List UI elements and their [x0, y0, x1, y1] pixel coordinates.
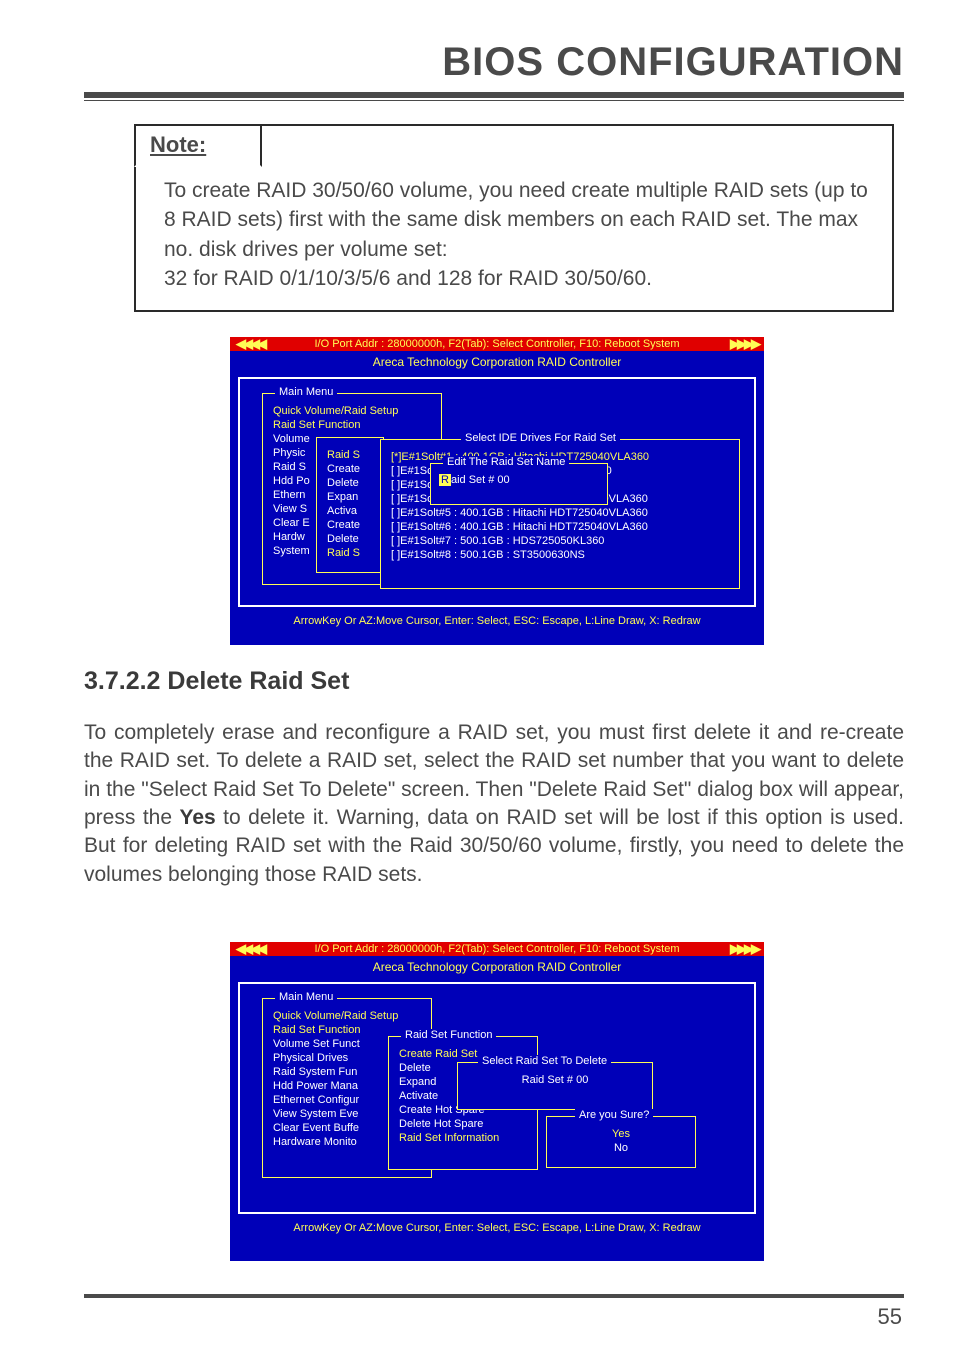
- bios1-footer: ArrowKey Or AZ:Move Cursor, Enter: Selec…: [230, 607, 764, 632]
- bios1-select-title: Select IDE Drives For Raid Set: [461, 432, 620, 444]
- raidset-item[interactable]: Raid Set # 00: [468, 1073, 642, 1087]
- arrows-right-icon: ▶▶▶▶: [730, 941, 758, 957]
- arrows-left-icon: ◀◀◀◀: [236, 336, 264, 352]
- bios2-topbar: ◀◀◀◀ I/O Port Addr : 28000000h, F2(Tab):…: [230, 942, 764, 956]
- menu-item[interactable]: Raid S: [327, 546, 373, 560]
- bios2-raidfunc-title: Raid Set Function: [401, 1029, 496, 1041]
- menu-item[interactable]: Delete: [327, 476, 373, 490]
- arrows-right-icon: ▶▶▶▶: [730, 336, 758, 352]
- title-rule: [84, 92, 904, 98]
- menu-item[interactable]: Raid Set Information: [399, 1131, 527, 1145]
- note-body-2: 32 for RAID 0/1/10/3/5/6 and 128 for RAI…: [164, 264, 876, 293]
- menu-item[interactable]: Delete: [327, 532, 373, 546]
- bios1-edit-value[interactable]: Raid Set # 00: [431, 464, 607, 492]
- bios-panel-1: ◀◀◀◀ I/O Port Addr : 28000000h, F2(Tab):…: [230, 337, 764, 645]
- note-label: Note:: [134, 124, 262, 167]
- menu-item[interactable]: Raid Set Function: [273, 418, 431, 432]
- body-bold: Yes: [179, 806, 215, 829]
- drive-item[interactable]: [ ]E#1Solt#7 : 500.1GB : HDS725050KL360: [391, 534, 729, 548]
- bios1-subheader: Areca Technology Corporation RAID Contro…: [230, 351, 764, 377]
- menu-item[interactable]: Create: [327, 518, 373, 532]
- section-heading: 3.7.2.2 Delete Raid Set: [84, 667, 349, 696]
- bios2-main-menu-title: Main Menu: [275, 991, 337, 1003]
- confirm-yes[interactable]: Yes: [557, 1127, 685, 1141]
- bios1-topbar-text: I/O Port Addr : 28000000h, F2(Tab): Sele…: [314, 338, 679, 350]
- page-title: BIOS CONFIGURATION: [442, 40, 904, 85]
- menu-item[interactable]: Create: [327, 462, 373, 476]
- bios1-inner: Main Menu Quick Volume/Raid Setup Raid S…: [238, 377, 756, 607]
- bios2-confirm-title: Are you Sure?: [575, 1109, 653, 1121]
- menu-item[interactable]: Raid S: [327, 448, 373, 462]
- section-body: To completely erase and reconfigure a RA…: [84, 719, 904, 889]
- drive-item[interactable]: [ ]E#1Solt#5 : 400.1GB : Hitachi HDT7250…: [391, 506, 729, 520]
- menu-item[interactable]: Quick Volume/Raid Setup: [273, 404, 431, 418]
- menu-item[interactable]: Activa: [327, 504, 373, 518]
- bios2-inner: Main Menu Quick Volume/Raid Setup Raid S…: [238, 982, 756, 1214]
- bios2-confirm[interactable]: Are you Sure? Yes No: [546, 1116, 696, 1168]
- menu-item[interactable]: Quick Volume/Raid Setup: [273, 1009, 421, 1023]
- edit-text: aid Set # 00: [451, 474, 510, 486]
- menu-item[interactable]: Expan: [327, 490, 373, 504]
- bios1-edit-title: Edit The Raid Set Name: [443, 456, 569, 468]
- page-number: 55: [878, 1304, 902, 1330]
- footer-rule: [84, 1294, 904, 1298]
- bios2-topbar-text: I/O Port Addr : 28000000h, F2(Tab): Sele…: [314, 943, 679, 955]
- bios-panel-2: ◀◀◀◀ I/O Port Addr : 28000000h, F2(Tab):…: [230, 942, 764, 1261]
- menu-item[interactable]: Raid Set Function: [273, 1023, 421, 1037]
- menu-item[interactable]: Delete Hot Spare: [399, 1117, 527, 1131]
- drive-item[interactable]: [ ]E#1Solt#8 : 500.1GB : ST3500630NS: [391, 548, 729, 562]
- arrows-left-icon: ◀◀◀◀: [236, 941, 264, 957]
- cursor: R: [439, 474, 451, 486]
- bios1-edit-name[interactable]: Edit The Raid Set Name Raid Set # 00: [430, 463, 608, 505]
- drive-item[interactable]: [ ]E#1Solt#6 : 400.1GB : Hitachi HDT7250…: [391, 520, 729, 534]
- bios2-footer: ArrowKey Or AZ:Move Cursor, Enter: Selec…: [230, 1214, 764, 1239]
- bios1-raidfunc[interactable]: Raid S Create Delete Expan Activa Create…: [316, 437, 384, 573]
- note-body-1: To create RAID 30/50/60 volume, you need…: [164, 176, 876, 264]
- confirm-no[interactable]: No: [557, 1141, 685, 1155]
- note-box: Note: To create RAID 30/50/60 volume, yo…: [134, 124, 894, 312]
- bios2-select-delete[interactable]: Select Raid Set To Delete Raid Set # 00: [457, 1062, 653, 1110]
- bios1-topbar: ◀◀◀◀ I/O Port Addr : 28000000h, F2(Tab):…: [230, 337, 764, 351]
- bios2-select-title: Select Raid Set To Delete: [478, 1055, 611, 1067]
- bios1-main-menu-title: Main Menu: [275, 386, 337, 398]
- bios2-subheader: Areca Technology Corporation RAID Contro…: [230, 956, 764, 982]
